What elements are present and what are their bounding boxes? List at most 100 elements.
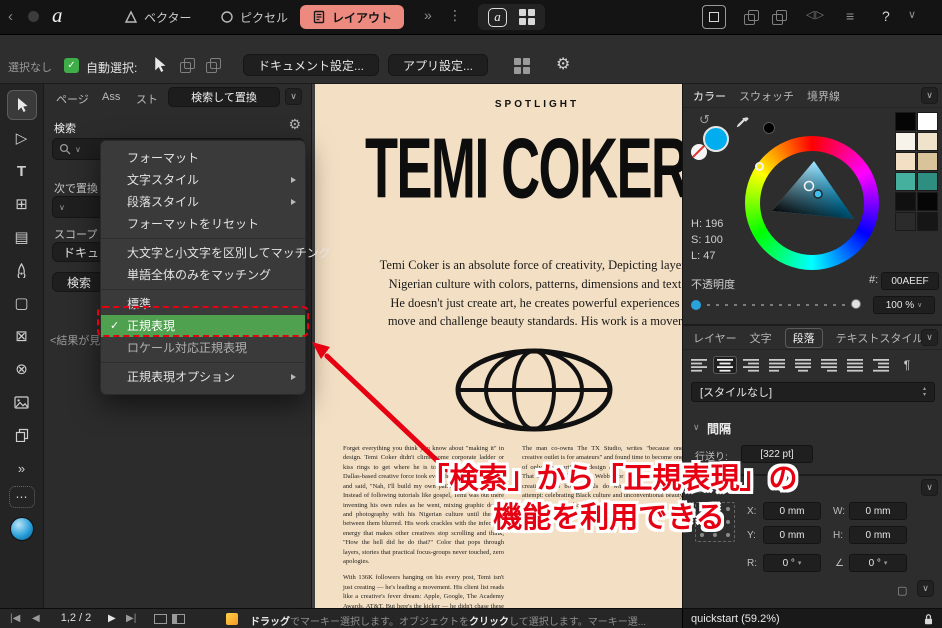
customize-tools-icon[interactable]: ⋯ xyxy=(9,486,35,508)
opacity-slider-track[interactable] xyxy=(707,304,853,306)
color-wheel[interactable] xyxy=(745,136,879,270)
preferences-gear-icon[interactable]: ⚙ xyxy=(556,54,570,74)
swatch[interactable] xyxy=(895,132,916,151)
swatch[interactable] xyxy=(917,112,938,131)
tab-paragraph[interactable]: 段落 xyxy=(785,328,823,348)
tab-text-styles[interactable]: テキストスタイル xyxy=(836,330,924,346)
opacity-value-box[interactable]: 100 %∨ xyxy=(873,296,935,314)
swatch[interactable] xyxy=(895,212,916,231)
edit-all-layers-icon[interactable] xyxy=(180,58,193,74)
swatch[interactable] xyxy=(895,172,916,191)
menu-item-reset-format[interactable]: フォーマットをリセット xyxy=(101,213,305,235)
transform-mode-icon[interactable] xyxy=(206,58,219,74)
swatch[interactable] xyxy=(895,112,916,131)
spacing-collapse-icon[interactable]: ∨ xyxy=(693,422,700,433)
hsl-triangle[interactable] xyxy=(762,153,862,253)
secondary-color-dot[interactable] xyxy=(763,122,775,134)
tab-stock[interactable]: スト xyxy=(136,91,158,107)
persona-layout[interactable]: レイアウト xyxy=(300,5,404,29)
auto-select-checkbox[interactable]: ✓ xyxy=(64,58,79,73)
justify-left-icon[interactable] xyxy=(765,356,789,374)
affinity-badge-icon[interactable]: a xyxy=(488,8,507,27)
w-field[interactable]: 0 mm xyxy=(849,502,907,520)
text-panel-chevron-icon[interactable]: ∨ xyxy=(921,329,938,346)
page-indicator[interactable]: 1,2 / 2 xyxy=(48,612,104,624)
duplicate-icon[interactable] xyxy=(744,10,757,25)
color-sphere-icon[interactable] xyxy=(10,517,34,541)
pen-tool[interactable] xyxy=(7,255,37,285)
table-tool[interactable]: ⊞ xyxy=(7,189,37,219)
menu-item-format[interactable]: フォーマット xyxy=(101,147,305,169)
h-field[interactable]: 0 mm xyxy=(849,526,907,544)
move-cursor-icon[interactable] xyxy=(152,56,167,73)
rotation-field[interactable]: 0 °▾ xyxy=(763,554,821,572)
paragraph-mark-icon[interactable]: ¶ xyxy=(895,356,919,374)
menu-item-regex[interactable]: ✓正規表現 xyxy=(101,315,305,337)
search-scope-chevron-icon[interactable]: ∨ xyxy=(75,145,81,154)
hex-input[interactable]: 00AEEF xyxy=(881,272,939,290)
help-icon[interactable]: ? xyxy=(882,9,890,23)
text-frame-tool[interactable]: ▤ xyxy=(7,222,37,252)
swatch[interactable] xyxy=(917,132,938,151)
lock-icon[interactable] xyxy=(923,613,934,626)
opacity-mini-dot[interactable] xyxy=(691,300,701,310)
transform-more-chevron-icon[interactable]: ∨ xyxy=(917,580,934,597)
swatch[interactable] xyxy=(917,172,938,191)
transform-panel-chevron-icon[interactable]: ∨ xyxy=(921,479,938,496)
settings-gear-icon[interactable]: ⚙ xyxy=(288,116,301,133)
justify-all-icon[interactable] xyxy=(843,356,867,374)
tab-character[interactable]: 文字 xyxy=(750,330,772,346)
tab-assets[interactable]: Ass xyxy=(102,91,120,103)
single-page-icon[interactable] xyxy=(154,614,167,624)
flip-icon[interactable]: ◁▷ xyxy=(806,10,824,21)
eyedropper-icon[interactable] xyxy=(735,116,750,131)
first-page-button[interactable]: |◀ xyxy=(10,613,20,624)
panel-menu-chevron-icon[interactable]: ∨ xyxy=(285,88,302,105)
prev-page-button[interactable]: ◀ xyxy=(32,613,40,624)
triangle-selector-dot[interactable] xyxy=(814,190,822,198)
node-tool[interactable]: ▷ xyxy=(7,123,37,153)
replace-chevron-icon[interactable]: ∨ xyxy=(59,203,65,212)
tab-color[interactable]: カラー xyxy=(693,88,726,104)
picture-frame-tool[interactable]: ⊠ xyxy=(7,321,37,351)
align-left-icon[interactable] xyxy=(687,356,711,374)
frame-text-tool[interactable]: T xyxy=(7,156,37,186)
window-dot-icon[interactable] xyxy=(28,11,39,22)
tab-stroke[interactable]: 境界線 xyxy=(807,88,840,104)
expand-tools-icon[interactable]: » xyxy=(7,453,37,483)
persona-pixel[interactable]: ピクセル xyxy=(208,5,300,29)
ellipse-frame-tool[interactable]: ⊗ xyxy=(7,354,37,384)
menu-item-whole-words[interactable]: 単語全体のみをマッチング xyxy=(101,264,305,286)
swap-colors-icon[interactable]: ↺ xyxy=(699,112,710,128)
swatch[interactable] xyxy=(917,212,938,231)
toolbar-chevron-icon[interactable]: ∨ xyxy=(908,10,916,21)
swatch[interactable] xyxy=(917,192,938,211)
align-center-icon[interactable] xyxy=(713,356,737,374)
snapping-presets-icon[interactable] xyxy=(514,58,530,74)
last-page-button[interactable]: ▶| xyxy=(126,613,136,624)
find-button[interactable]: 検索 xyxy=(52,272,106,292)
profile-warning-icon[interactable] xyxy=(226,613,238,625)
color-panel-chevron-icon[interactable]: ∨ xyxy=(921,87,938,104)
tab-pages[interactable]: ページ xyxy=(56,91,89,107)
pages-tool[interactable] xyxy=(7,420,37,450)
transform-options-icon[interactable]: ▢ xyxy=(897,584,907,597)
justify-center-icon[interactable] xyxy=(791,356,815,374)
swatch[interactable] xyxy=(895,152,916,171)
snapping-icon[interactable] xyxy=(702,5,726,29)
document-settings-button[interactable]: ドキュメント設定... xyxy=(243,54,379,76)
tab-layers[interactable]: レイヤー xyxy=(693,330,737,346)
shear-field[interactable]: 0 °▾ xyxy=(849,554,907,572)
indent-icon[interactable] xyxy=(869,356,893,374)
move-tool[interactable] xyxy=(7,90,37,120)
overflow-chevrons-icon[interactable]: » xyxy=(424,8,432,22)
menu-item-character-style[interactable]: 文字スタイル xyxy=(101,169,305,191)
menu-item-regex-options[interactable]: 正規表現オプション xyxy=(101,366,305,388)
justify-right-icon[interactable] xyxy=(817,356,841,374)
next-page-button[interactable]: ▶ xyxy=(108,613,116,624)
place-image-tool[interactable] xyxy=(7,387,37,417)
align-right-icon[interactable] xyxy=(739,356,763,374)
alignment-icon[interactable]: ≡ xyxy=(846,9,854,23)
fill-color-swatch[interactable] xyxy=(703,126,729,152)
opacity-slider-knob[interactable] xyxy=(851,299,861,309)
